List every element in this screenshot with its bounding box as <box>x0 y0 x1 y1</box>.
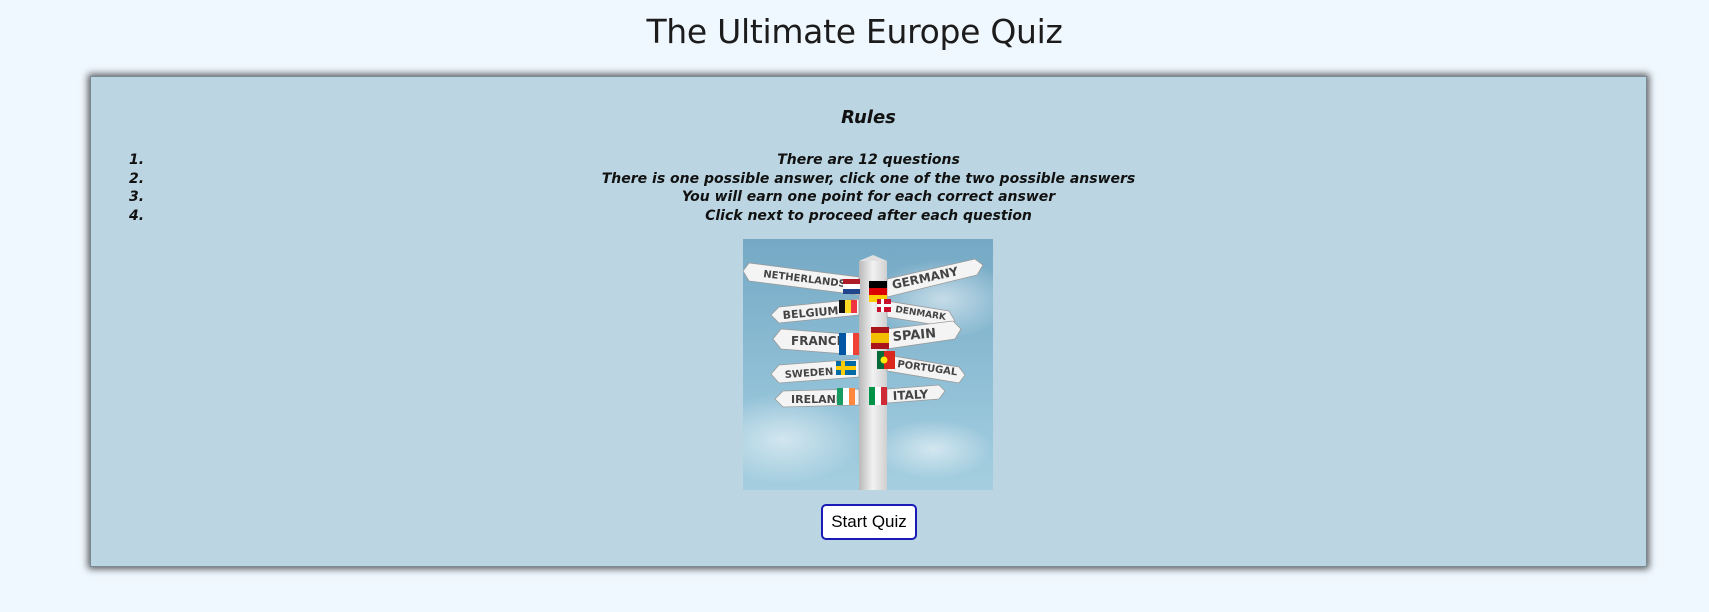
rules-card: Rules 1. There are 12 questions 2. There… <box>90 76 1647 567</box>
rule-text: There is one possible answer, click one … <box>601 170 1136 187</box>
rule-item: 2. There is one possible answer, click o… <box>91 170 1646 189</box>
start-quiz-button[interactable]: Start Quiz <box>821 504 917 540</box>
europe-signpost-image: NETHERLANDS BELGIUM FRANCE SWEDEN IRELAN… <box>743 239 993 490</box>
rules-list: 1. There are 12 questions 2. There is on… <box>91 151 1646 225</box>
rule-item: 1. There are 12 questions <box>91 151 1646 170</box>
sign-label: FRANCE <box>791 334 845 348</box>
rule-item: 4. Click next to proceed after each ques… <box>91 207 1646 226</box>
rule-item: 3. You will earn one point for each corr… <box>91 188 1646 207</box>
rule-number: 2. <box>129 170 145 187</box>
sign-ireland: IRELAND <box>774 388 860 408</box>
rule-text: There are 12 questions <box>777 152 960 168</box>
rules-heading: Rules <box>841 107 896 128</box>
rule-text: You will earn one point for each correct… <box>681 189 1056 205</box>
rule-number: 4. <box>129 207 145 224</box>
sign-label: IRELAND <box>791 393 845 406</box>
rule-number: 1. <box>129 152 145 168</box>
sign-label: ITALY <box>892 387 928 403</box>
rule-number: 3. <box>129 189 145 205</box>
page-title: The Ultimate Europe Quiz <box>646 12 1063 51</box>
rule-text: Click next to proceed after each questio… <box>705 207 1032 224</box>
